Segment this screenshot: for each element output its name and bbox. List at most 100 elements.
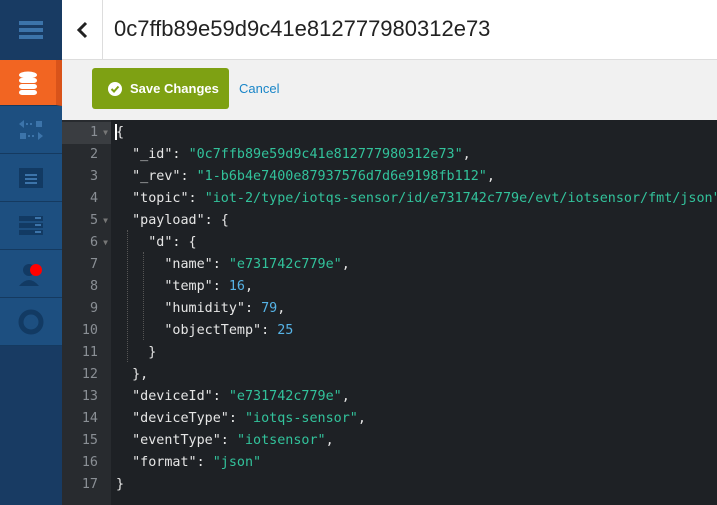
- string-token: "json": [212, 455, 262, 470]
- code-line[interactable]: "format": "json": [116, 452, 261, 474]
- code-token: ,: [462, 147, 471, 162]
- line-number-text: 4: [89, 191, 98, 206]
- line-number: 5 ▼: [62, 210, 111, 232]
- save-changes-button[interactable]: Save Changes: [92, 68, 229, 109]
- back-button[interactable]: [62, 0, 103, 60]
- code-line[interactable]: "_id": "0c7ffb89e59d9c41e812777980312e73…: [116, 144, 471, 166]
- sidebar-item-user[interactable]: [0, 250, 62, 298]
- code-token: "temp":: [116, 279, 229, 294]
- code-line[interactable]: "deviceId": "e731742c779e",: [116, 386, 350, 408]
- line-number: 6 ▼: [62, 232, 111, 254]
- line-number: 13: [62, 386, 111, 408]
- code-token: }: [116, 345, 157, 360]
- code-line[interactable]: "eventType": "iotsensor",: [116, 430, 334, 452]
- fold-toggle-icon[interactable]: ▼: [103, 122, 108, 144]
- sidebar-item-replication[interactable]: [0, 106, 62, 154]
- text-cursor: [115, 124, 117, 140]
- line-number: 11: [62, 342, 111, 364]
- code-line[interactable]: }: [116, 474, 124, 496]
- menu-button[interactable]: [0, 0, 62, 60]
- json-editor[interactable]: 1 ▼ 2 3 4 5 ▼ 6 ▼ 7 8 9 10 11 12 13 14 15 16 17 { "_id": "0…: [62, 120, 717, 505]
- line-number: 8: [62, 276, 111, 298]
- code-token: ,: [341, 389, 350, 404]
- code-token: "eventType":: [116, 433, 237, 448]
- code-token: ,: [325, 433, 334, 448]
- sidebar-item-logs[interactable]: [0, 154, 62, 202]
- config-icon: [19, 215, 43, 235]
- log-icon: [19, 167, 43, 188]
- string-token: "e731742c779e": [228, 389, 342, 404]
- line-number-text: 1: [89, 125, 98, 140]
- code-line[interactable]: "payload": {: [116, 210, 229, 232]
- code-token: "deviceId":: [116, 389, 229, 404]
- code-token: "humidity":: [116, 301, 262, 316]
- line-number: 4: [62, 188, 111, 210]
- line-number: 15: [62, 430, 111, 452]
- code-token: "name":: [116, 257, 229, 272]
- database-icon: [19, 71, 37, 95]
- line-number-text: 15: [81, 433, 98, 448]
- string-token: "iotqs-sensor": [245, 411, 358, 426]
- sidebar: [0, 0, 62, 505]
- line-number-text: 14: [81, 411, 98, 426]
- string-token: "1-b6b4e7400e87937576d7d6e9198fb112": [196, 169, 487, 184]
- cancel-link[interactable]: Cancel: [239, 81, 279, 96]
- line-number: 7: [62, 254, 111, 276]
- toolbar: Save Changes Cancel: [62, 60, 717, 120]
- user-icon: [19, 263, 42, 286]
- code-token: "objectTemp":: [116, 323, 278, 338]
- fold-toggle-icon[interactable]: ▼: [103, 232, 108, 254]
- code-line[interactable]: "deviceType": "iotqs-sensor",: [116, 408, 366, 430]
- number-token: 79: [261, 301, 278, 316]
- line-number: 9: [62, 298, 111, 320]
- sidebar-item-databases[interactable]: [0, 60, 62, 106]
- line-number-text: 7: [89, 257, 98, 272]
- line-number-text: 17: [81, 477, 98, 492]
- string-token: "iot-2/type/iotqs-sensor/id/e731742c779e…: [204, 191, 717, 206]
- code-line[interactable]: "topic": "iot-2/type/iotqs-sensor/id/e73…: [116, 188, 717, 210]
- code-line[interactable]: "objectTemp": 25: [116, 320, 293, 342]
- line-number: 17: [62, 474, 111, 496]
- code-line[interactable]: "name": "e731742c779e",: [116, 254, 349, 276]
- save-changes-label: Save Changes: [130, 81, 219, 96]
- menu-icon: [19, 21, 43, 39]
- code-token: ,: [245, 279, 254, 294]
- chevron-left-icon: [76, 21, 88, 39]
- code-line[interactable]: "d": {: [116, 232, 196, 254]
- string-token: "e731742c779e": [228, 257, 342, 272]
- code-token: "_rev":: [116, 169, 197, 184]
- sidebar-item-help[interactable]: [0, 298, 62, 346]
- code-token: "_id":: [116, 147, 189, 162]
- notification-badge: [30, 263, 42, 276]
- number-token: 25: [277, 323, 294, 338]
- code-token: ,: [277, 301, 286, 316]
- line-number-text: 11: [81, 345, 98, 360]
- code-line[interactable]: {: [116, 122, 124, 144]
- code-token: "format":: [116, 455, 213, 470]
- code-token: ,: [357, 411, 366, 426]
- line-number-text: 3: [89, 169, 98, 184]
- code-token: }: [116, 477, 125, 492]
- code-line[interactable]: "_rev": "1-b6b4e7400e87937576d7d6e9198fb…: [116, 166, 495, 188]
- line-number-text: 8: [89, 279, 98, 294]
- header: 0c7ffb89e59d9c41e812777980312e73: [62, 0, 717, 60]
- number-token: 16: [228, 279, 245, 294]
- code-token: {: [116, 125, 125, 140]
- code-token: "deviceType":: [116, 411, 245, 426]
- code-token: ,: [486, 169, 495, 184]
- code-line[interactable]: "temp": 16,: [116, 276, 253, 298]
- line-number-text: 12: [81, 367, 98, 382]
- line-number: 12: [62, 364, 111, 386]
- code-line[interactable]: }: [116, 342, 156, 364]
- code-line[interactable]: "humidity": 79,: [116, 298, 285, 320]
- fold-toggle-icon[interactable]: ▼: [103, 210, 108, 232]
- line-number: 1 ▼: [62, 122, 111, 144]
- string-token: "iotsensor": [236, 433, 326, 448]
- line-number: 14: [62, 408, 111, 430]
- code-token: "payload": {: [116, 213, 229, 228]
- line-number: 16: [62, 452, 111, 474]
- sidebar-item-config[interactable]: [0, 202, 62, 250]
- code-line[interactable]: },: [116, 364, 148, 386]
- line-number-text: 10: [81, 323, 98, 338]
- line-number-text: 16: [81, 455, 98, 470]
